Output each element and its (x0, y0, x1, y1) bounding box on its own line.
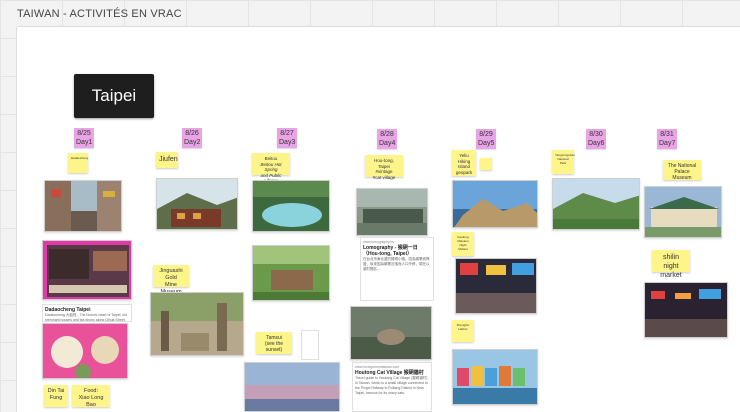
day-tag-4[interactable]: 8/28 Day4 (377, 129, 397, 149)
photo-shilin-night-market[interactable] (644, 282, 728, 338)
day-tag-2[interactable]: 8/26 Day2 (182, 128, 202, 148)
sticky-shilin[interactable]: shilin night market (652, 250, 690, 279)
photo-xiaolongbao[interactable] (42, 323, 128, 379)
sticky-dadaocheng[interactable]: Dadaocheng (68, 153, 88, 173)
day-tag-1[interactable]: 8/25 Day1 (74, 128, 94, 148)
photo-dadaocheng-street[interactable] (44, 180, 122, 232)
article-lomography[interactable]: www.lomography.tw Lomography - 猴硐一日（Hou-… (360, 237, 434, 301)
photo-yehliu-geopark[interactable] (452, 180, 538, 228)
photo-cat-village[interactable] (350, 306, 432, 360)
photo-tamsui-sunset[interactable] (244, 362, 340, 412)
sticky-food[interactable]: Food: Xiao Long Bao (72, 385, 110, 408)
article-tamsui-thumb[interactable] (301, 330, 319, 360)
photo-dadaocheng-pink[interactable] (42, 240, 132, 300)
sticky-houtong[interactable]: Hou-tong, Taipei #vintage #cat village (365, 155, 403, 180)
sticky-night-market[interactable]: Keelung Miaokou Night Market (452, 232, 474, 256)
day-tag-6[interactable]: 8/30 Day6 (586, 129, 606, 149)
sticky-geopark[interactable]: Yeliu Hiking Island geopark (452, 150, 476, 176)
sticky-din-tai-fung[interactable]: Din Tai Fung (44, 385, 68, 407)
board-title: TAIWAN - ACTIVITÉS EN VRAC (17, 8, 182, 20)
photo-beitou-library[interactable] (252, 245, 330, 301)
taipei-card[interactable]: Taipei (74, 74, 154, 118)
photo-beitou-hot-spring[interactable] (252, 180, 330, 232)
sticky-geopark-mini[interactable] (480, 158, 492, 170)
photo-yangmingshan[interactable] (552, 178, 640, 230)
sticky-jiufen[interactable]: Jiufen (156, 152, 178, 168)
sticky-tamsui[interactable]: Tamsui (see the sunset) (256, 332, 292, 354)
sticky-yangmingshan[interactable]: Yangmingshan National Park (552, 150, 575, 174)
photo-night-market[interactable] (455, 258, 537, 314)
day-tag-7[interactable]: 8/31 Day7 (657, 129, 677, 149)
article-cat-village[interactable]: www.foreignersintaiwan.com Houtong Cat V… (352, 362, 432, 412)
sticky-beitou[interactable]: Beitou Beitou Hot Spring and Public Libr… (252, 153, 290, 183)
day-tag-5[interactable]: 8/29 Day5 (476, 129, 496, 149)
sticky-gold-mine[interactable]: Jinguashi Gold Mine Museum (153, 265, 189, 295)
photo-jiufen[interactable] (156, 178, 238, 230)
sticky-zhengbin[interactable]: Zhengbin Harbor (452, 320, 474, 342)
photo-houtong[interactable] (356, 188, 428, 236)
photo-gold-mine[interactable] (150, 292, 244, 356)
day-tag-3[interactable]: 8/27 Day3 (277, 128, 297, 148)
photo-palace-museum[interactable] (644, 186, 722, 238)
article-dadaocheng-note[interactable]: Dadaocheng Taipei Dadaocheng 大稻埕 - The h… (42, 304, 132, 322)
photo-zhengbin-harbor[interactable] (452, 349, 538, 405)
sticky-palace-museum[interactable]: The National Palace Museum (663, 160, 701, 181)
